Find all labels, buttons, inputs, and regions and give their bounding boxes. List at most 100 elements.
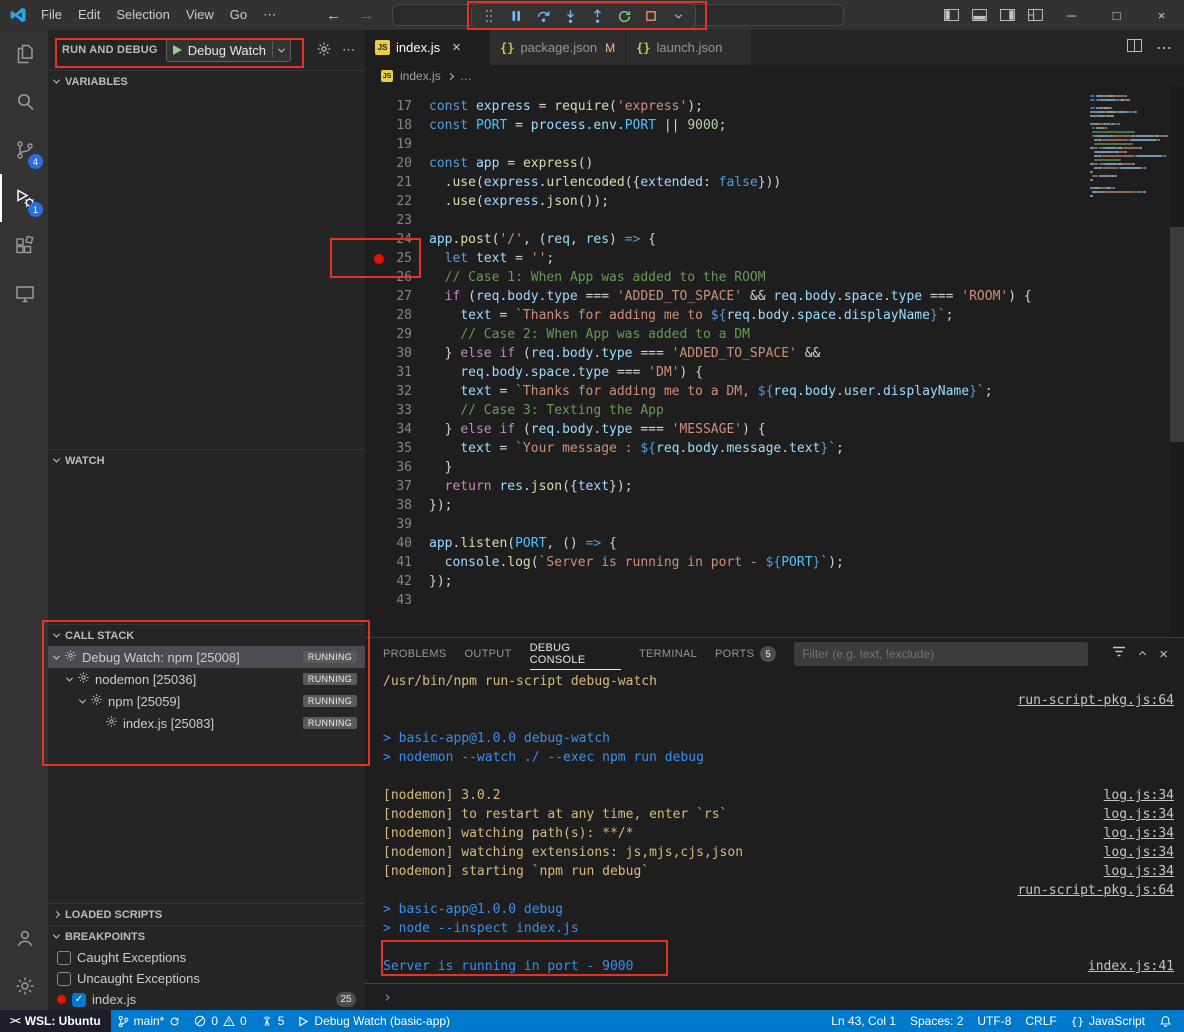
line-gutter[interactable]: 35 [365,439,429,458]
panel-tab-debug-console[interactable]: DEBUG CONSOLE [530,638,621,670]
line-gutter[interactable]: 31 [365,363,429,382]
remote-indicator[interactable]: >< WSL: Ubuntu [0,1010,111,1032]
code-line[interactable]: 32 text = `Thanks for adding me to a DM,… [365,382,1184,401]
step-over-icon[interactable] [531,5,555,27]
line-gutter[interactable]: 23 [365,211,429,230]
panel-tab-ports[interactable]: PORTS5 [715,638,776,670]
explorer-icon[interactable] [0,30,48,78]
code-line[interactable]: 35 text = `Your message : ${req.body.mes… [365,439,1184,458]
menu-item-1[interactable]: Edit [70,5,108,24]
code-line[interactable]: 26 // Case 1: When App was added to the … [365,268,1184,287]
debug-settings-gear-icon[interactable] [316,41,332,60]
chevron-down-icon[interactable] [278,45,285,52]
debug-config-dropdown[interactable]: Debug Watch [166,38,291,62]
source-link[interactable]: index.js:41 [1088,957,1174,976]
code-line[interactable]: 30 } else if (req.body.type === 'ADDED_T… [365,344,1184,363]
section-variables[interactable]: VARIABLES [48,70,365,92]
line-gutter[interactable]: 32 [365,382,429,401]
line-gutter[interactable]: 27 [365,287,429,306]
tab-launch.json[interactable]: {}launch.json [626,30,751,65]
callstack-row[interactable]: npm [25059]RUNNING [48,690,365,712]
code-line[interactable]: 37 return res.json({text}); [365,477,1184,496]
code-line[interactable]: 18const PORT = process.env.PORT || 9000; [365,116,1184,135]
minimap[interactable] [1084,87,1170,203]
code-line[interactable]: 23 [365,211,1184,230]
problems-item[interactable]: 0 0 [187,1010,253,1032]
code-line[interactable]: 24app.post('/', (req, res) => { [365,230,1184,249]
notifications-bell-icon[interactable] [1152,1010,1184,1032]
maximize-panel-icon[interactable] [1139,650,1146,657]
minimize-button[interactable]: ─ [1049,0,1094,30]
line-gutter[interactable]: 28 [365,306,429,325]
cursor-position-item[interactable]: Ln 43, Col 1 [824,1010,903,1032]
console-filter-input[interactable] [794,642,1088,666]
line-gutter[interactable]: 40 [365,534,429,553]
language-mode-item[interactable]: {} JavaScript [1064,1010,1152,1032]
toggle-panel-icon[interactable] [965,0,993,30]
line-gutter[interactable]: 37 [365,477,429,496]
pause-icon[interactable] [504,5,528,27]
source-link[interactable]: log.js:34 [1104,805,1174,824]
line-gutter[interactable]: 26 [365,268,429,287]
breakpoint-row[interactable]: ✓index.js25 [48,989,365,1010]
debug-console-input[interactable]: › [365,983,1184,1010]
callstack-row[interactable]: index.js [25083]RUNNING [48,712,365,734]
code-line[interactable]: 41 console.log(`Server is running in por… [365,553,1184,572]
step-out-icon[interactable] [585,5,609,27]
panel-tab-terminal[interactable]: TERMINAL [639,638,697,670]
maximize-button[interactable]: □ [1094,0,1139,30]
line-gutter[interactable]: 17 [365,97,429,116]
code-line[interactable]: 19 [365,135,1184,154]
search-icon[interactable] [0,78,48,126]
line-gutter[interactable]: 43 [365,591,429,610]
source-link[interactable]: run-script-pkg.js:64 [1017,881,1174,900]
debug-session-item[interactable]: Debug Watch (basic-app) [291,1010,457,1032]
tab-package.json[interactable]: {}package.jsonM [490,30,626,65]
line-gutter[interactable]: 18 [365,116,429,135]
panel-tab-problems[interactable]: PROBLEMS [383,638,447,670]
close-panel-icon[interactable]: × [1159,646,1168,663]
code-line[interactable]: 29 // Case 2: When App was added to a DM [365,325,1184,344]
source-control-icon[interactable]: 4 [0,126,48,174]
menu-item-0[interactable]: File [33,5,70,24]
restart-icon[interactable] [612,5,636,27]
code-line[interactable]: 38}); [365,496,1184,515]
callstack-row[interactable]: Debug Watch: npm [25008]RUNNING [48,646,365,668]
code-line[interactable]: 17const express = require('express'); [365,97,1184,116]
code-line[interactable]: 28 text = `Thanks for adding me to ${req… [365,306,1184,325]
scrollbar-thumb[interactable] [1170,227,1184,442]
breakpoint-checkbox[interactable] [57,972,71,986]
settings-gear-icon[interactable] [0,962,48,1010]
more-actions-icon[interactable]: ⋯ [342,42,355,58]
line-gutter[interactable]: 20 [365,154,429,173]
section-loaded-scripts[interactable]: LOADED SCRIPTS [48,903,365,925]
section-watch[interactable]: WATCH [48,449,365,471]
line-gutter[interactable]: 24 [365,230,429,249]
editor-scrollbar[interactable] [1170,87,1184,637]
encoding-item[interactable]: UTF-8 [970,1010,1018,1032]
eol-item[interactable]: CRLF [1018,1010,1063,1032]
menu-item-3[interactable]: View [178,5,222,24]
code-line[interactable]: 36 } [365,458,1184,477]
step-into-icon[interactable] [558,5,582,27]
panel-tab-output[interactable]: OUTPUT [465,638,512,670]
section-breakpoints[interactable]: BREAKPOINTS [48,925,365,947]
source-link[interactable]: log.js:34 [1104,862,1174,881]
line-gutter[interactable]: 29 [365,325,429,344]
breadcrumb-file[interactable]: index.js [400,69,441,83]
menu-item-5[interactable]: ⋯ [255,5,284,24]
menu-item-2[interactable]: Selection [108,5,177,24]
code-line[interactable]: 39 [365,515,1184,534]
source-link[interactable]: log.js:34 [1104,824,1174,843]
forward-button[interactable]: → [359,7,374,24]
indentation-item[interactable]: Spaces: 2 [903,1010,970,1032]
line-gutter[interactable]: 33 [365,401,429,420]
breakpoint-row[interactable]: Caught Exceptions [48,947,365,968]
breakpoint-row[interactable]: Uncaught Exceptions [48,968,365,989]
source-link[interactable]: run-script-pkg.js:64 [1017,691,1174,710]
code-line[interactable]: 21 .use(express.urlencoded({extended: fa… [365,173,1184,192]
close-button[interactable]: × [1139,0,1184,30]
drag-grip-icon[interactable] [477,5,501,27]
breakpoint-dot[interactable] [374,254,384,264]
start-debug-icon[interactable] [173,45,182,55]
